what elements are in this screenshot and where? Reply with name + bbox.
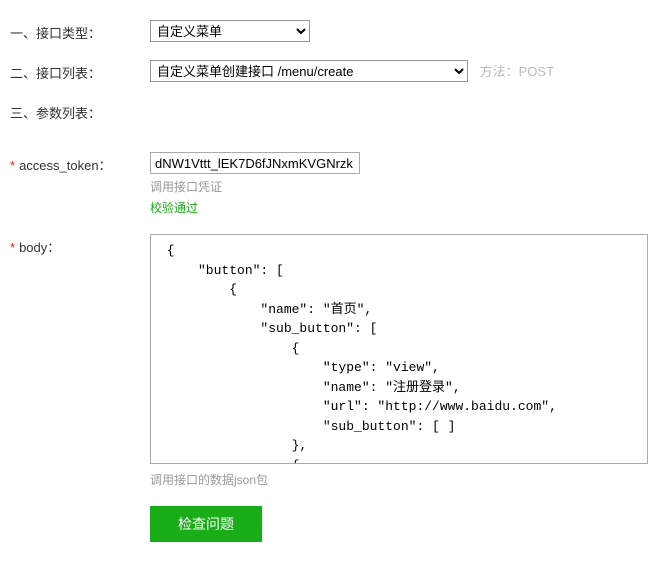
required-mark: *	[10, 158, 15, 173]
validate-access-token: 校验通过	[150, 199, 651, 216]
method-hint: 方法：POST	[480, 64, 554, 79]
row-access-token: *access_token： 调用接口凭证 校验通过	[10, 152, 651, 216]
row-interface-list: 二、接口列表： 自定义菜单创建接口 /menu/create 方法：POST	[10, 60, 651, 82]
input-access-token[interactable]	[150, 152, 360, 174]
help-access-token: 调用接口凭证	[150, 178, 651, 195]
textarea-body[interactable]	[150, 234, 648, 464]
row-interface-type: 一、接口类型： 自定义菜单	[10, 20, 651, 42]
row-params-header: 三、参数列表：	[10, 100, 651, 122]
select-interface-type[interactable]: 自定义菜单	[150, 20, 310, 42]
label-interface-type: 一、接口类型：	[10, 20, 150, 42]
check-button[interactable]: 检查问题	[150, 506, 262, 542]
row-body: *body： 调用接口的数据json包 检查问题	[10, 234, 651, 542]
required-mark: *	[10, 240, 15, 255]
label-body: *body：	[10, 234, 150, 256]
label-params: 三、参数列表：	[10, 100, 150, 122]
label-interface-list: 二、接口列表：	[10, 60, 150, 82]
help-body: 调用接口的数据json包	[150, 471, 651, 488]
select-interface-list[interactable]: 自定义菜单创建接口 /menu/create	[150, 60, 468, 82]
label-access-token: *access_token：	[10, 152, 150, 174]
